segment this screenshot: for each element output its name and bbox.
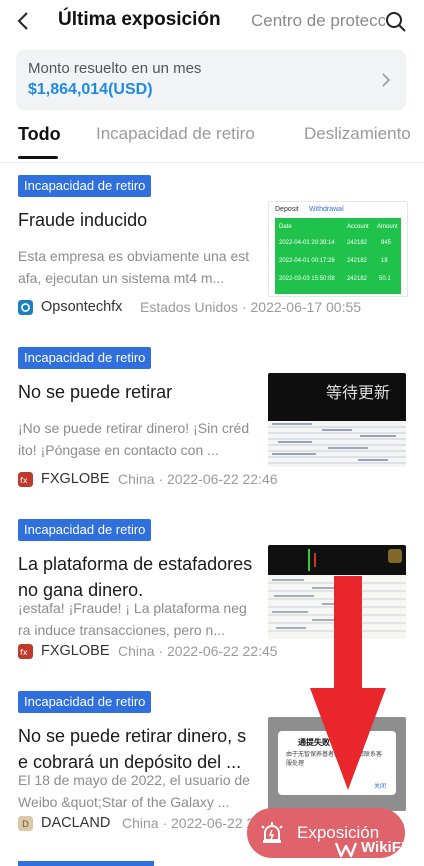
item-thumbnail[interactable]: 等待更新 — [268, 373, 406, 467]
wikifx-watermark: WikiFX — [333, 836, 419, 862]
resolved-amount-value: $1,864,014(USD) — [28, 81, 153, 98]
tab-withdrawal-inability[interactable]: Incapacidad de retiro — [96, 124, 255, 144]
thumb-dialog: 通提失败 由于无智保养基者模拟以，请联系客服处理 关闭 — [278, 731, 396, 795]
category-badge: Incapacidad de retiro — [18, 175, 152, 197]
list-item[interactable]: Incapacidad de retiro La plataforma de e… — [0, 507, 424, 679]
thumb-spreadsheet — [268, 421, 406, 467]
wikifx-watermark-label: WikiFX — [361, 839, 411, 856]
item-description: ¡estafa! ¡Fraude! ¡ La plataforma negra … — [18, 600, 247, 638]
category-tabs: Todo Incapacidad de retiro Deslizamiento — [0, 116, 424, 163]
thumb-dialog-button: 关闭 — [374, 784, 387, 790]
active-tab-indicator — [18, 156, 58, 159]
item-meta: fx FXGLOBE China · 2022-06-22 22:45 — [18, 643, 318, 663]
thumb-caption: 等待更新 — [326, 383, 391, 402]
item-meta: Opsontechfx Estados Unidos · 2022-06-17 … — [18, 299, 361, 319]
broker-name[interactable]: FXGLOBE — [41, 471, 110, 487]
item-title: Fraude inducido — [18, 210, 148, 230]
wikifx-logo-icon — [335, 842, 357, 858]
item-title: No se puede retirar dinero, se cobrará u… — [18, 726, 247, 772]
item-title: No se puede retirar — [18, 382, 173, 402]
broker-name[interactable]: DACLAND — [41, 815, 110, 831]
exposure-list: Incapacidad de retiro Fraude inducido Es… — [0, 163, 424, 866]
category-badge — [18, 861, 154, 866]
broker-logo-icon: D — [18, 816, 33, 831]
list-item[interactable]: Incapacidad de retiro No se puede retira… — [0, 335, 424, 507]
chevron-right-icon — [382, 73, 391, 87]
broker-name[interactable]: FXGLOBE — [41, 643, 110, 659]
thumb-dialog-body: 由于无智保养基者模拟以，请联系客服处理 — [286, 752, 383, 767]
list-item[interactable]: Incapacidad de retiro Fraude inducido Es… — [0, 163, 424, 335]
page-title: Última exposición — [58, 9, 221, 30]
item-thumbnail[interactable] — [268, 545, 406, 639]
item-title: La plataforma de estafadores no gana din… — [18, 554, 253, 600]
thumb-tab-deposit: Deposit — [275, 206, 299, 213]
item-description: ¡No se puede retirar dinero! ¡Sin crédit… — [18, 420, 250, 458]
svg-text:fx: fx — [20, 648, 28, 657]
back-arrow-icon[interactable] — [12, 9, 36, 33]
item-location-date: China · 2022-06-22 22:45 — [118, 643, 278, 659]
svg-text:fx: fx — [20, 476, 28, 485]
broker-name[interactable]: Opsontechfx — [41, 299, 122, 315]
broker-logo-icon — [18, 300, 33, 315]
tab-slippage[interactable]: Deslizamiento — [304, 124, 411, 144]
item-thumbnail[interactable]: 通提失败 由于无智保养基者模拟以，请联系客服处理 关闭 — [268, 717, 406, 811]
resolved-amount-label: Monto resuelto en un mes — [28, 60, 202, 77]
top-bar: Última exposición Centro de protección — [0, 0, 424, 44]
alarm-light-icon — [261, 822, 283, 843]
item-description: Esta empresa es obviamente una estafa, e… — [18, 248, 250, 286]
svg-text:D: D — [22, 820, 29, 830]
search-icon[interactable] — [384, 10, 408, 34]
broker-logo-icon: fx — [18, 472, 33, 487]
resolved-amount-card[interactable]: Monto resuelto en un mes $1,864,014(USD) — [16, 50, 406, 110]
category-badge: Incapacidad de retiro — [18, 519, 152, 541]
item-meta: fx FXGLOBE China · 2022-06-22 22:46 — [18, 471, 318, 491]
thumb-tab-withdrawal: Withdrawal — [309, 206, 344, 213]
item-thumbnail[interactable]: Deposit Withdrawal Date Account Amount 2… — [268, 201, 408, 297]
tab-all[interactable]: Todo — [18, 124, 61, 145]
protection-center-link[interactable]: Centro de protección — [251, 11, 385, 31]
item-location-date: China · 2022-06-22 22:46 — [118, 471, 278, 487]
thumb-dialog-title: 通提失败 — [298, 738, 330, 747]
broker-logo-icon: fx — [18, 644, 33, 659]
item-description: El 18 de mayo de 2022, el usuario de Wei… — [18, 772, 250, 810]
item-location-date: Estados Unidos · 2022-06-17 00:55 — [140, 299, 362, 315]
category-badge: Incapacidad de retiro — [18, 347, 152, 369]
category-badge: Incapacidad de retiro — [18, 691, 152, 713]
